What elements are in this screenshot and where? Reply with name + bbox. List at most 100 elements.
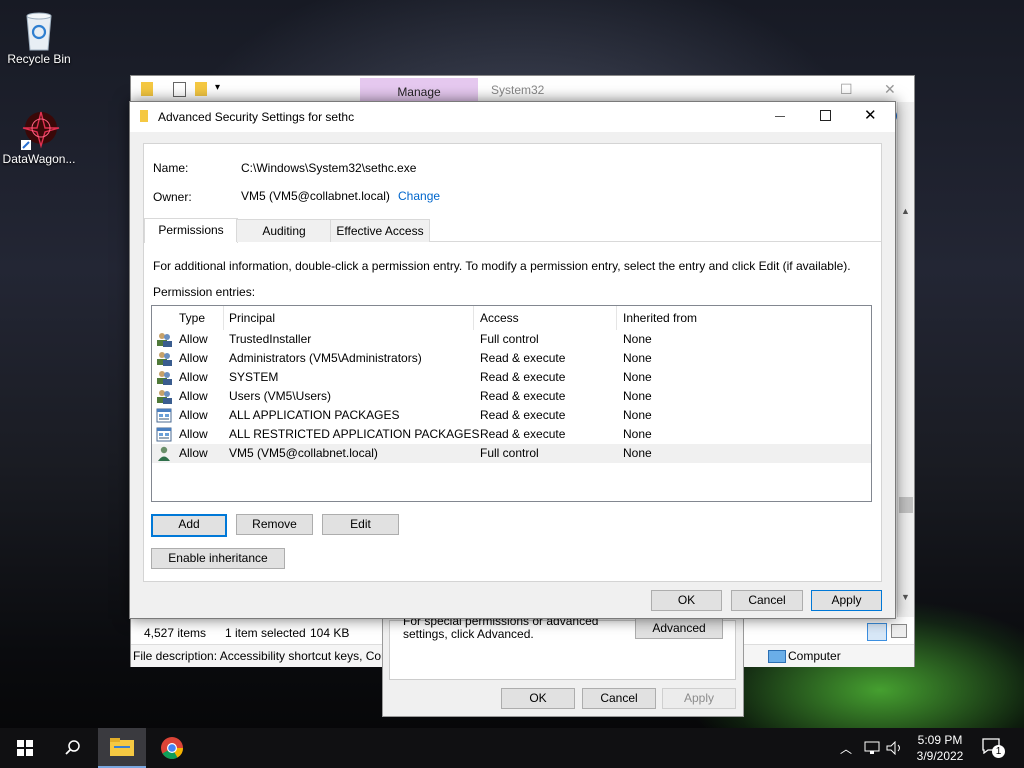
scrollbar-thumb[interactable] <box>899 497 913 513</box>
maximize-icon[interactable]: ☐ <box>840 81 853 98</box>
permission-entry-row[interactable]: Allow SYSTEM Read & execute None <box>152 368 871 387</box>
owner-label: Owner: <box>153 190 192 204</box>
taskbar-chrome[interactable] <box>148 728 196 768</box>
entry-access: Read & execute <box>480 389 566 403</box>
tab-auditing[interactable]: Auditing <box>236 219 332 242</box>
sethc-properties-dialog: For special permissions or advanced sett… <box>382 615 744 717</box>
search-button[interactable] <box>48 728 96 768</box>
users-group-icon <box>156 351 172 366</box>
explorer-title: System32 <box>491 83 545 97</box>
details-view-icon[interactable] <box>867 623 887 641</box>
entry-principal: ALL RESTRICTED APPLICATION PACKAGES <box>229 427 480 441</box>
permission-entry-row[interactable]: Allow Administrators (VM5\Administrators… <box>152 349 871 368</box>
change-owner-link[interactable]: Change <box>398 189 440 203</box>
folder-icon <box>140 110 148 122</box>
scroll-down-icon[interactable]: ▼ <box>901 592 910 602</box>
edit-button[interactable]: Edit <box>322 514 399 535</box>
entry-principal: TrustedInstaller <box>229 332 312 346</box>
entry-access: Full control <box>480 332 539 346</box>
desktop-icon-label: Recycle Bin <box>7 52 71 66</box>
column-header-access[interactable]: Access <box>474 306 617 330</box>
item-count: 4,527 items <box>144 626 207 640</box>
close-icon[interactable]: ✕ <box>884 81 896 98</box>
apply-button[interactable]: Apply <box>811 590 882 611</box>
properties-cancel-button[interactable]: Cancel <box>582 688 656 709</box>
users-group-icon <box>156 370 172 385</box>
close-icon[interactable]: ✕ <box>864 106 877 124</box>
properties-security-panel: For special permissions or advanced sett… <box>389 615 736 680</box>
notification-badge: 1 <box>992 745 1005 758</box>
column-header-inherited-from[interactable]: Inherited from <box>617 306 871 330</box>
permission-entry-row[interactable]: Allow TrustedInstaller Full control None <box>152 330 871 349</box>
entry-access: Full control <box>480 446 539 460</box>
desktop-icon-datawagon[interactable]: DataWagon... <box>1 108 77 166</box>
dialog-titlebar: Advanced Security Settings for sethc ✕ <box>130 102 895 132</box>
entry-access: Read & execute <box>480 408 566 422</box>
add-button[interactable]: Add <box>151 514 227 537</box>
taskbar-file-explorer[interactable] <box>98 728 146 768</box>
action-center-button[interactable]: 1 <box>982 738 1006 758</box>
properties-apply-button[interactable]: Apply <box>662 688 736 709</box>
quick-access-dropdown-icon[interactable]: ▾ <box>215 82 220 93</box>
chrome-icon <box>161 737 183 759</box>
scroll-up-icon[interactable]: ▲ <box>901 206 910 216</box>
ok-button[interactable]: OK <box>651 590 722 611</box>
permission-entry-row[interactable]: Allow Users (VM5\Users) Read & execute N… <box>152 387 871 406</box>
entry-type: Allow <box>179 408 208 422</box>
folder-icon <box>141 82 153 96</box>
permission-entry-row[interactable]: Allow ALL RESTRICTED APPLICATION PACKAGE… <box>152 425 871 444</box>
entry-type: Allow <box>179 370 208 384</box>
selection-size: 104 KB <box>310 626 350 640</box>
recycle-bin-icon <box>19 8 59 51</box>
new-folder-icon[interactable] <box>195 82 207 96</box>
large-icons-view-icon[interactable] <box>891 624 907 638</box>
column-header-principal[interactable]: Principal <box>223 306 474 330</box>
properties-icon[interactable] <box>173 82 186 97</box>
file-explorer-icon <box>110 738 134 756</box>
minimize-icon[interactable] <box>775 116 785 117</box>
entry-type: Allow <box>179 351 208 365</box>
clock[interactable]: 5:09 PM 3/9/2022 <box>908 732 972 764</box>
file-description-text: File description: Accessibility shortcut… <box>133 649 386 663</box>
entry-inherited: None <box>623 332 652 346</box>
entry-principal: VM5 (VM5@collabnet.local) <box>229 446 378 460</box>
show-hidden-icons-icon[interactable]: ︿ <box>840 740 852 757</box>
tab-effective-access[interactable]: Effective Access <box>330 219 430 242</box>
users-group-icon <box>156 332 172 347</box>
dialog-title: Advanced Security Settings for sethc <box>158 110 355 124</box>
volume-icon[interactable] <box>886 741 904 755</box>
windows-logo-icon <box>17 740 33 756</box>
start-button[interactable] <box>0 728 48 768</box>
desktop-icon-recycle-bin[interactable]: Recycle Bin <box>1 8 77 66</box>
taskbar: ︿ 5:09 PM 3/9/2022 1 <box>0 728 1024 768</box>
datawagon-icon <box>19 108 60 150</box>
advanced-security-dialog: Advanced Security Settings for sethc ✕ N… <box>129 101 896 619</box>
clock-time: 5:09 PM <box>917 733 963 747</box>
column-header-type[interactable]: Type <box>173 306 224 330</box>
remove-button[interactable]: Remove <box>236 514 313 535</box>
entry-type: Allow <box>179 446 208 460</box>
enable-inheritance-button[interactable]: Enable inheritance <box>151 548 285 569</box>
desktop-icon-label: DataWagon... <box>2 152 76 166</box>
permission-entries-list[interactable]: Type Principal Access Inherited from All… <box>151 305 872 502</box>
manage-ribbon-tab[interactable]: Manage <box>360 78 478 102</box>
entry-type: Allow <box>179 427 208 441</box>
network-icon[interactable] <box>864 741 880 755</box>
advanced-button[interactable]: Advanced <box>635 618 723 639</box>
entry-inherited: None <box>623 370 652 384</box>
entry-access: Read & execute <box>480 370 566 384</box>
properties-ok-button[interactable]: OK <box>501 688 575 709</box>
selection-count: 1 item selected <box>225 626 306 640</box>
entry-type: Allow <box>179 332 208 346</box>
permission-entry-row-selected[interactable]: Allow VM5 (VM5@collabnet.local) Full con… <box>152 444 871 463</box>
app-packages-icon <box>156 427 172 442</box>
cancel-button[interactable]: Cancel <box>731 590 803 611</box>
explorer-titlebar: ▾ Manage System32 ☐ ✕ <box>131 76 914 102</box>
tab-permissions[interactable]: Permissions <box>144 218 238 243</box>
explorer-scrollbar[interactable]: ▲ ▼ <box>897 102 914 617</box>
entry-access: Read & execute <box>480 351 566 365</box>
maximize-icon[interactable] <box>820 110 831 121</box>
entry-access: Read & execute <box>480 427 566 441</box>
users-group-icon <box>156 389 172 404</box>
permission-entry-row[interactable]: Allow ALL APPLICATION PACKAGES Read & ex… <box>152 406 871 425</box>
